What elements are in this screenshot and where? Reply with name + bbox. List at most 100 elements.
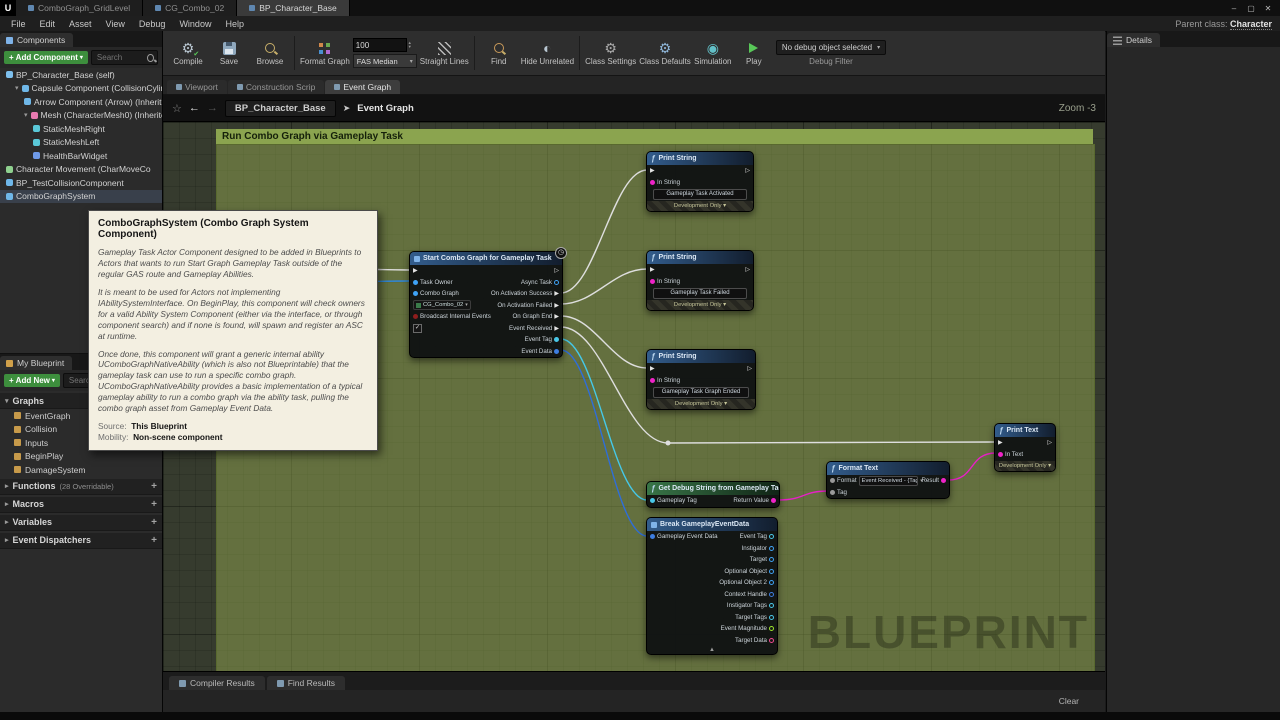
section-header-event-dispatchers[interactable]: ▸Event Dispatchers+ [0,533,162,549]
nav-back-button[interactable]: ← [189,102,200,114]
collapse-arrow-icon[interactable]: ▲ [647,646,777,654]
menu-file[interactable]: File [4,19,33,29]
node-pin-event-received[interactable]: ▶Event Received [509,325,559,332]
tab-details[interactable]: Details [1107,33,1160,47]
section-header-macros[interactable]: ▸Macros+ [0,497,162,513]
node-print-text[interactable]: ƒPrint Text▶▷In TextDevelopment Only ▾ [994,423,1056,472]
node-pin-on-activation-success[interactable]: ▶On Activation Success [491,290,559,297]
hide-unrelated-button[interactable]: ◐ Hide Unrelated [521,33,574,73]
play-button[interactable]: Play [735,33,773,73]
spinner-arrows-icon[interactable]: ▲▼ [408,41,412,49]
blueprint-item-damagesystem[interactable]: DamageSystem [0,463,162,477]
expand-caret-icon[interactable]: ▾ [24,111,28,119]
node-pin[interactable]: ▷ [745,167,750,174]
bookmark-star-icon[interactable]: ☆ [172,102,182,115]
reroute-node[interactable] [666,441,671,446]
section-header-functions[interactable]: ▸Functions(28 Overridable)+ [0,479,162,495]
nav-forward-button[interactable]: → [207,102,218,114]
node-pin-target[interactable]: Target [750,556,774,563]
tab-find-results[interactable]: Find Results [267,676,345,690]
node-format-text[interactable]: ƒFormat TextFormatEvent Received - {Tag}… [826,461,950,499]
node-pin-in-string[interactable]: In String [650,377,680,384]
node-pin[interactable]: ▶ [413,267,418,274]
expand-caret-icon[interactable]: ▸ [5,536,9,544]
node-pin-optional-object[interactable]: Optional Object [724,568,774,575]
node-pin-async-task[interactable]: Async Task [521,279,559,286]
component-tree-item[interactable]: BP_TestCollisionComponent [0,176,162,190]
expand-caret-icon[interactable]: ▸ [5,482,9,490]
node-pin[interactable]: ✓ [413,324,422,333]
format-style-dropdown[interactable]: FAS Median ▾ [353,54,417,68]
node-pin-in-string[interactable]: In String [650,278,680,285]
node-pin[interactable]: ▷ [747,365,752,372]
add-new-button[interactable]: + Add New ▾ [4,374,60,387]
debug-object-dropdown[interactable]: No debug object selected ▾ [776,40,886,55]
node-pin[interactable]: ▷ [745,266,750,273]
component-tree-item[interactable]: Arrow Component (Arrow) (Inherit [0,95,162,109]
expand-caret-icon[interactable]: ▸ [5,518,9,526]
simulation-button[interactable]: ◉ Simulation [694,33,732,73]
node-pin-instigator[interactable]: Instigator [742,545,774,552]
node-pin-in-string[interactable]: In String [650,179,680,186]
node-pin[interactable]: ▷ [554,267,559,274]
string-value-field[interactable]: Gameplay Task Graph Ended [653,387,749,398]
component-tree-item[interactable]: HealthBarWidget [0,149,162,163]
asset-dropdown[interactable]: CG_Combo_02▾ [413,300,471,310]
node-pin[interactable]: CG_Combo_02▾ [413,300,471,310]
straight-lines-button[interactable]: Straight Lines [420,33,469,73]
save-button[interactable]: Save [210,33,248,73]
node-pin-target-data[interactable]: Target Data [735,637,774,644]
node-pin-task-owner[interactable]: Task Owner [413,279,453,286]
class-settings-button[interactable]: ⚙ Class Settings [585,33,636,73]
component-tree-item[interactable]: StaticMeshRight [0,122,162,136]
node-pin[interactable]: ▶ [650,266,655,273]
maximize-button[interactable]: ▢ [1244,4,1258,13]
node-pin[interactable]: ▶ [650,167,655,174]
menu-view[interactable]: View [99,19,132,29]
parent-class-value[interactable]: Character [1230,19,1272,30]
node-pin-in-text[interactable]: In Text [998,451,1023,458]
format-graph-button[interactable]: Format Graph [300,33,350,73]
compile-button[interactable]: ⚙✔ Compile [169,33,207,73]
expand-caret-icon[interactable]: ▾ [5,397,9,405]
node-pin[interactable]: ▶ [998,439,1003,446]
node-print-string[interactable]: ƒPrint String▶▷In StringGameplay Task Ac… [646,151,754,212]
node-break-gameplayeventdata[interactable]: Break GameplayEventDataGameplay Event Da… [646,517,778,655]
breadcrumb-current[interactable]: Event Graph [357,103,414,114]
text-field[interactable]: Event Received - {Tag} [859,476,919,486]
window-tab-combograph-gridlevel[interactable]: ComboGraph_GridLevel [16,0,143,16]
node-pin-gameplay-tag[interactable]: Gameplay Tag [650,497,697,504]
components-search[interactable] [91,50,158,65]
node-get-debug-string-from-gameplay-tag[interactable]: ƒGet Debug String from Gameplay TagGamep… [646,481,780,508]
node-pin-combo-graph[interactable]: Combo Graph [413,290,459,297]
minimize-button[interactable]: – [1227,4,1241,13]
node-pin-optional-object-2[interactable]: Optional Object 2 [719,579,774,586]
menu-help[interactable]: Help [218,19,251,29]
checkbox[interactable]: ✓ [413,324,422,333]
node-pin-broadcast-internal-events[interactable]: Broadcast Internal Events [413,313,491,320]
tab-event-graph[interactable]: Event Graph [325,80,400,94]
section-header-variables[interactable]: ▸Variables+ [0,515,162,531]
tab-construction-scrip[interactable]: Construction Scrip [228,80,324,94]
node-pin-result[interactable]: Result [923,477,946,484]
menu-asset[interactable]: Asset [62,19,99,29]
node-pin[interactable]: ▶ [650,365,655,372]
window-tab-bp-character-base[interactable]: BP_Character_Base [237,0,350,16]
node-pin-gameplay-event-data[interactable]: Gameplay Event Data [650,533,718,540]
node-pin-on-activation-failed[interactable]: ▶On Activation Failed [497,302,559,309]
tab-compiler-results[interactable]: Compiler Results [169,676,265,690]
string-value-field[interactable]: Gameplay Task Activated [653,189,747,200]
add-icon[interactable]: + [151,481,157,492]
expand-caret-icon[interactable]: ▾ [15,84,19,92]
find-button[interactable]: Find [480,33,518,73]
component-tree-item[interactable]: ▾Mesh (CharacterMesh0) (Inherite [0,109,162,123]
node-pin-tag[interactable]: Tag [830,489,847,496]
node-print-string[interactable]: ƒPrint String▶▷In StringGameplay Task Gr… [646,349,756,410]
component-tree-item[interactable]: StaticMeshLeft [0,136,162,150]
node-pin-event-data[interactable]: Event Data [521,348,559,355]
node-pin-return-value[interactable]: Return Value [733,497,776,504]
node-pin-event-tag[interactable]: Event Tag [525,336,559,343]
node-pin-target-tags[interactable]: Target Tags [735,614,774,621]
add-icon[interactable]: + [151,517,157,528]
string-value-field[interactable]: Gameplay Task Failed [653,288,747,299]
